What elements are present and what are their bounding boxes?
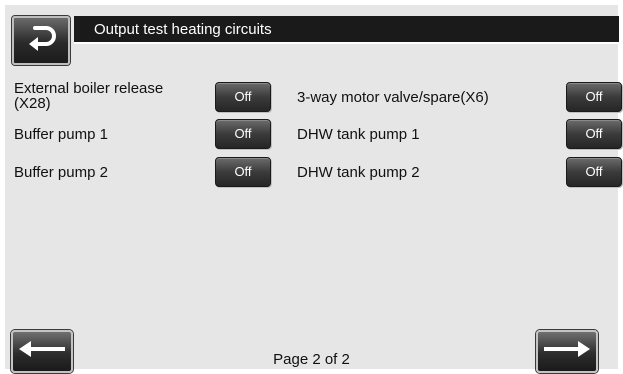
return-arrow-icon bbox=[25, 23, 57, 58]
dhw-tank-pump-2-toggle[interactable]: Off bbox=[566, 157, 622, 187]
page-indicator: Page 2 of 2 bbox=[273, 351, 350, 368]
external-boiler-release-toggle[interactable]: Off bbox=[215, 82, 271, 112]
screen: Output test heating circuits External bo… bbox=[5, 5, 622, 373]
3-way-motor-valve-toggle[interactable]: Off bbox=[566, 82, 622, 112]
output-label-buffer-pump-2: Buffer pump 2 bbox=[14, 164, 108, 181]
output-label-external-boiler-release: External boiler release (X28) bbox=[14, 80, 164, 112]
next-page-button[interactable] bbox=[536, 330, 598, 373]
buffer-pump-2-toggle[interactable]: Off bbox=[215, 157, 271, 187]
output-label-3-way-motor-valve: 3-way motor valve/spare(X6) bbox=[297, 89, 489, 106]
output-label-dhw-tank-pump-2: DHW tank pump 2 bbox=[297, 164, 420, 181]
dhw-tank-pump-1-toggle[interactable]: Off bbox=[566, 119, 622, 149]
buffer-pump-1-toggle[interactable]: Off bbox=[215, 119, 271, 149]
output-label-buffer-pump-1: Buffer pump 1 bbox=[14, 126, 108, 143]
output-label-dhw-tank-pump-1: DHW tank pump 1 bbox=[297, 126, 420, 143]
back-button[interactable] bbox=[12, 16, 70, 65]
arrow-right-icon bbox=[544, 339, 590, 364]
page-title: Output test heating circuits bbox=[74, 16, 619, 44]
